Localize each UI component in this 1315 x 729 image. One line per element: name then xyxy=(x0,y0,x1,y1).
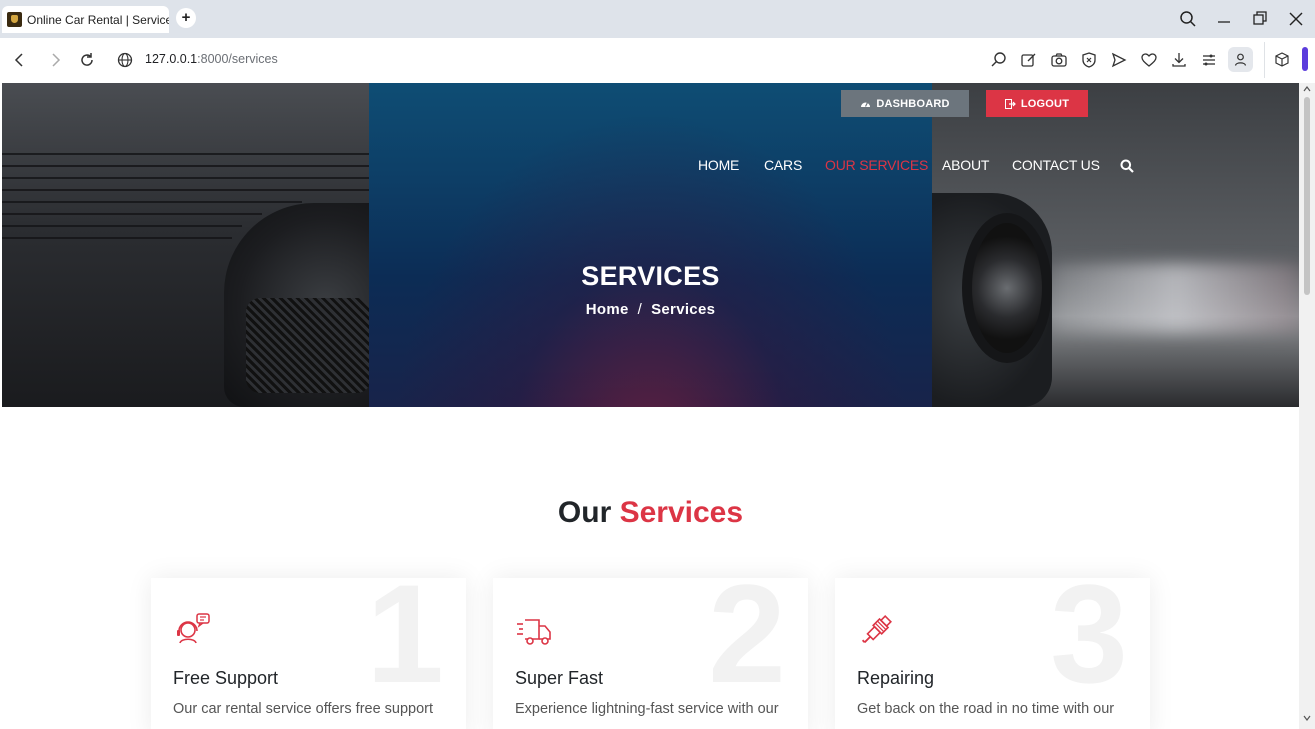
url-field[interactable]: 127.0.0.1:8000/services xyxy=(145,52,278,66)
scroll-up-arrow-icon[interactable] xyxy=(1303,85,1311,93)
page-title: SERVICES xyxy=(581,261,720,291)
zoom-search-icon[interactable] xyxy=(989,50,1009,70)
service-card-free-support[interactable]: 1 Free Support Our car rental service of… xyxy=(151,578,466,729)
site-info-globe-icon[interactable] xyxy=(114,49,136,71)
address-bar-row: 127.0.0.1:8000/services xyxy=(0,38,1315,82)
car-grille-image xyxy=(246,298,371,393)
dashboard-gauge-icon xyxy=(861,101,871,107)
browser-tab-bar: Online Car Rental | Services + xyxy=(0,0,1315,38)
site-favicon-icon xyxy=(7,12,22,27)
breadcrumb-current: Services xyxy=(651,301,716,318)
forward-icon[interactable] xyxy=(44,49,66,71)
services-heading-prefix: Our xyxy=(557,496,612,529)
breadcrumb-separator: / xyxy=(637,301,643,318)
service-card-super-fast[interactable]: 2 Super Fast Experience lightning-fast s… xyxy=(493,578,808,729)
profile-icon xyxy=(1234,53,1247,66)
camera-icon[interactable] xyxy=(1049,50,1069,70)
breadcrumb: Home / Services xyxy=(369,301,932,318)
close-icon[interactable] xyxy=(1285,8,1307,30)
tab-title: Online Car Rental | Services xyxy=(27,12,169,27)
floor-light-reflection xyxy=(1052,263,1299,333)
nav-cars[interactable]: CARS xyxy=(764,157,802,173)
service-card-number: 2 xyxy=(708,578,786,712)
service-card-title: Super Fast xyxy=(515,668,604,688)
send-icon[interactable] xyxy=(1109,50,1129,70)
service-card-text: Get back on the road in no time with our xyxy=(857,701,1115,717)
page-scrollbar[interactable] xyxy=(1299,83,1315,729)
delivery-truck-icon xyxy=(517,619,551,645)
logout-label: LOGOUT xyxy=(1020,97,1070,110)
sidebar-indicator[interactable] xyxy=(1302,47,1308,71)
services-heading-accent: Services xyxy=(619,496,744,529)
browser-tab[interactable]: Online Car Rental | Services xyxy=(2,6,169,33)
heart-icon[interactable] xyxy=(1139,50,1159,70)
scrollbar-thumb[interactable] xyxy=(1304,97,1310,295)
search-tabs-icon[interactable] xyxy=(1177,8,1199,30)
nav-services[interactable]: OUR SERVICES xyxy=(825,157,928,173)
menu-lines-icon[interactable] xyxy=(1199,50,1219,70)
restore-icon[interactable] xyxy=(1249,8,1271,30)
logout-button[interactable]: LOGOUT xyxy=(986,90,1088,117)
services-heading: Our Services xyxy=(2,496,1299,530)
hero-overlay xyxy=(369,83,932,407)
service-card-repairing[interactable]: 3 Repairing Get back on the road in no t… xyxy=(835,578,1150,729)
reload-icon[interactable] xyxy=(76,49,98,71)
toolbar-divider xyxy=(1264,42,1265,78)
service-card-number: 3 xyxy=(1050,578,1128,712)
breadcrumb-home[interactable]: Home xyxy=(586,301,629,318)
nav-about[interactable]: ABOUT xyxy=(942,157,989,173)
support-agent-icon xyxy=(177,613,210,644)
service-card-title: Repairing xyxy=(857,668,935,688)
new-tab-button[interactable]: + xyxy=(176,8,196,28)
minimize-icon[interactable] xyxy=(1213,8,1235,30)
service-card-number: 1 xyxy=(366,578,444,712)
sign-out-icon xyxy=(1004,98,1016,109)
service-card-text: Our car rental service offers free suppo… xyxy=(173,701,434,717)
service-card-title: Free Support xyxy=(173,668,279,688)
dashboard-label: DASHBOARD xyxy=(876,97,950,110)
car-wheel-image xyxy=(962,213,1052,363)
hero-banner: DASHBOARD LOGOUT HOME CARS OUR SERVICES … xyxy=(2,83,1299,407)
spark-plug-icon xyxy=(861,615,892,643)
search-icon[interactable] xyxy=(1120,159,1134,173)
shield-block-icon[interactable] xyxy=(1079,50,1099,70)
edit-share-icon[interactable] xyxy=(1019,50,1039,70)
page-viewport: DASHBOARD LOGOUT HOME CARS OUR SERVICES … xyxy=(2,83,1299,729)
scroll-down-arrow-icon[interactable] xyxy=(1303,714,1311,722)
url-path: :8000/services xyxy=(197,52,278,66)
url-host: 127.0.0.1 xyxy=(145,52,198,66)
profile-button[interactable] xyxy=(1228,47,1253,72)
back-icon[interactable] xyxy=(9,49,31,71)
nav-contact[interactable]: CONTACT US xyxy=(1012,157,1100,173)
download-icon[interactable] xyxy=(1169,50,1189,70)
service-card-text: Experience lightning-fast service with o… xyxy=(515,701,779,717)
extensions-cube-icon[interactable] xyxy=(1272,50,1292,70)
nav-home[interactable]: HOME xyxy=(698,157,739,173)
dashboard-button[interactable]: DASHBOARD xyxy=(841,90,969,117)
